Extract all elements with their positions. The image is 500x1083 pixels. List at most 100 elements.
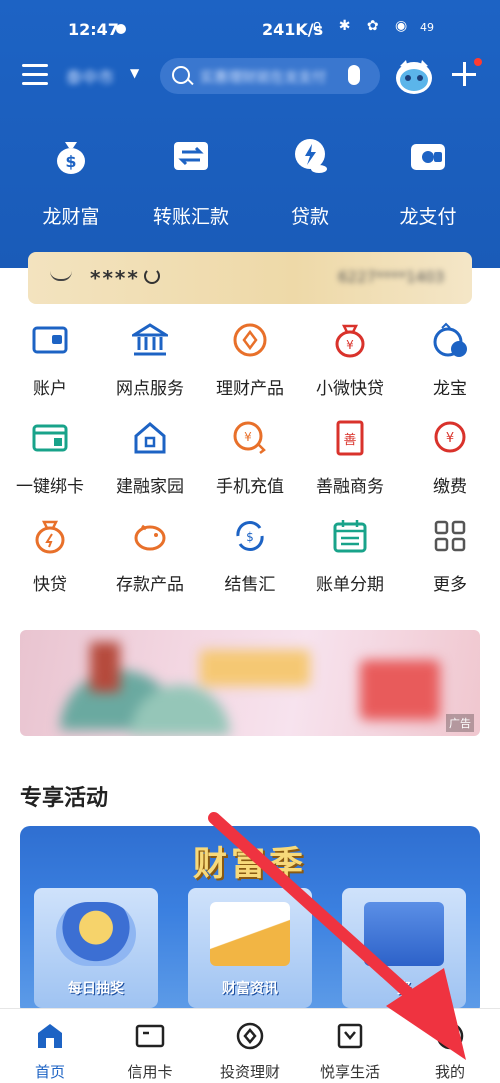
grid-item-branch[interactable]: 网点服务 (100, 322, 200, 402)
quick-action-longpay[interactable]: 龙支付 (373, 136, 483, 228)
microphone-icon[interactable] (348, 65, 360, 85)
money-bag-icon: ¥ (335, 324, 365, 358)
account-number: 6227****1403 (338, 268, 445, 286)
tab-credit-card[interactable]: 信用卡 (100, 1009, 200, 1083)
grid-item-bindcard[interactable]: 一键绑卡 (0, 420, 100, 500)
status-icons: ∩ ✱ ✿ ◉ (312, 18, 414, 34)
grid-label: 一键绑卡 (16, 477, 84, 497)
grid-item-quickloan[interactable]: 快贷 (0, 518, 100, 598)
section-title: 专享活动 (20, 786, 109, 811)
menu-icon[interactable] (22, 64, 48, 88)
quick-action-label: 贷款 (290, 206, 329, 228)
grid-item-account[interactable]: 账户 (0, 322, 100, 402)
grid-label: 理财产品 (216, 379, 284, 399)
calendar-icon (333, 520, 367, 553)
activity-card-news[interactable]: 财富资讯 (188, 888, 312, 1008)
search-placeholder: 实惠理财就在龙支付 (200, 70, 326, 86)
battery-level: 49 (420, 21, 434, 34)
grid-item-home[interactable]: 建融家园 (100, 420, 200, 500)
chevron-down-icon[interactable]: ▼ (130, 66, 139, 80)
grid-item-forex[interactable]: $ 结售汇 (200, 518, 300, 598)
balance-masked: **** (90, 266, 140, 290)
svg-text:¥: ¥ (346, 338, 354, 352)
mascot-assistant-icon[interactable] (392, 56, 436, 96)
shopping-bag-icon (337, 1023, 363, 1049)
grid-item-deposit[interactable]: 存款产品 (100, 518, 200, 598)
tab-lifestyle[interactable]: 悦享生活 (300, 1009, 400, 1083)
wealth-product-icon (233, 323, 267, 357)
grid-item-microloan[interactable]: ¥ 小微快贷 (300, 322, 400, 402)
tab-mine[interactable]: 我的 (400, 1009, 500, 1083)
wealth-news-icon (210, 902, 290, 966)
quick-action-transfer[interactable]: 转账汇款 (136, 136, 246, 228)
grid-label: 结售汇 (224, 575, 276, 595)
grid-item-payment[interactable]: ¥ 缴费 (400, 420, 500, 500)
tab-label: 投资理财 (219, 1063, 280, 1081)
tab-label: 信用卡 (127, 1063, 173, 1081)
tab-label: 悦享生活 (319, 1063, 380, 1081)
transfer-icon (174, 142, 208, 170)
search-input[interactable]: 实惠理财就在龙支付 (160, 58, 380, 94)
grid-label: 龙宝 (433, 379, 467, 399)
activity-card-label: 每日抽奖 (68, 981, 124, 997)
activity-banner[interactable]: 财富季 每日抽奖 财富资讯 资 (20, 826, 480, 1016)
tab-label: 我的 (434, 1063, 465, 1081)
ad-banner[interactable]: 广告 (20, 630, 480, 736)
wallet-icon (411, 144, 445, 170)
quick-action-loan[interactable]: 贷款 (255, 136, 365, 228)
grid-label: 账单分期 (316, 575, 384, 595)
profile-icon (436, 1022, 464, 1050)
currency-exchange-icon: $ (236, 521, 264, 551)
activity-card-third[interactable]: 资 (342, 888, 466, 1008)
phone-topup-icon: ¥ (233, 421, 266, 454)
grid-label: 存款产品 (116, 575, 184, 595)
status-time: 12:47 (68, 20, 119, 39)
ad-tag: 广告 (446, 714, 474, 732)
eye-hidden-icon[interactable] (50, 271, 72, 281)
phone-illustration-icon (364, 902, 444, 966)
plus-icon[interactable] (452, 62, 478, 88)
quick-actions: $ 龙财富 转账汇款 贷款 龙支付 (0, 136, 500, 228)
refresh-icon[interactable] (144, 268, 160, 284)
grid-label: 善融商务 (316, 477, 384, 497)
quick-action-label: 龙支付 (399, 206, 457, 228)
svg-text:¥: ¥ (446, 431, 454, 446)
quick-action-label: 龙财富 (42, 206, 100, 228)
moneybag-icon: $ (57, 142, 85, 174)
shop-icon: 善 (336, 420, 364, 456)
svg-text:¥: ¥ (244, 430, 252, 444)
credit-card-icon (135, 1024, 165, 1048)
dragon-treasure-icon (433, 322, 467, 357)
grid-item-commerce[interactable]: 善 善融商务 (300, 420, 400, 500)
piggy-bank-icon (134, 524, 166, 551)
home-icon (38, 1024, 62, 1048)
tab-label: 首页 (34, 1063, 65, 1081)
grid-label: 小微快贷 (316, 379, 384, 399)
account-balance-card[interactable]: **** 6227****1403 (28, 252, 472, 304)
activity-card-label: 财富资讯 (222, 981, 278, 997)
investment-icon (236, 1022, 264, 1050)
tab-investment[interactable]: 投资理财 (200, 1009, 300, 1083)
ad-image (20, 630, 480, 736)
grid-label: 快贷 (33, 575, 67, 595)
bill-payment-icon: ¥ (434, 421, 466, 453)
quick-action-label: 转账汇款 (152, 206, 229, 228)
status-bar: 12:47 241K/s ∩ ✱ ✿ ◉ 49 (0, 0, 500, 56)
grid-item-installment[interactable]: 账单分期 (300, 518, 400, 598)
more-grid-icon (434, 520, 466, 552)
activity-card-label: 资 (397, 981, 411, 997)
bank-card-icon (32, 424, 68, 452)
grid-item-longbao[interactable]: 龙宝 (400, 322, 500, 402)
city-selector[interactable]: 泰中市 (66, 64, 114, 88)
activity-card-lottery[interactable]: 每日抽奖 (34, 888, 158, 1008)
tab-home[interactable]: 首页 (0, 1009, 100, 1083)
grid-item-more[interactable]: 更多 (400, 518, 500, 598)
grid-label: 建融家园 (116, 477, 184, 497)
quick-action-longcaifu[interactable]: $ 龙财富 (16, 136, 126, 228)
svg-text:$: $ (246, 530, 254, 544)
quick-loan-icon (35, 520, 65, 554)
grid-item-topup[interactable]: ¥ 手机充值 (200, 420, 300, 500)
search-icon (172, 66, 190, 84)
grid-item-wealth[interactable]: 理财产品 (200, 322, 300, 402)
top-bar: 泰中市 ▼ 实惠理财就在龙支付 (0, 56, 500, 96)
